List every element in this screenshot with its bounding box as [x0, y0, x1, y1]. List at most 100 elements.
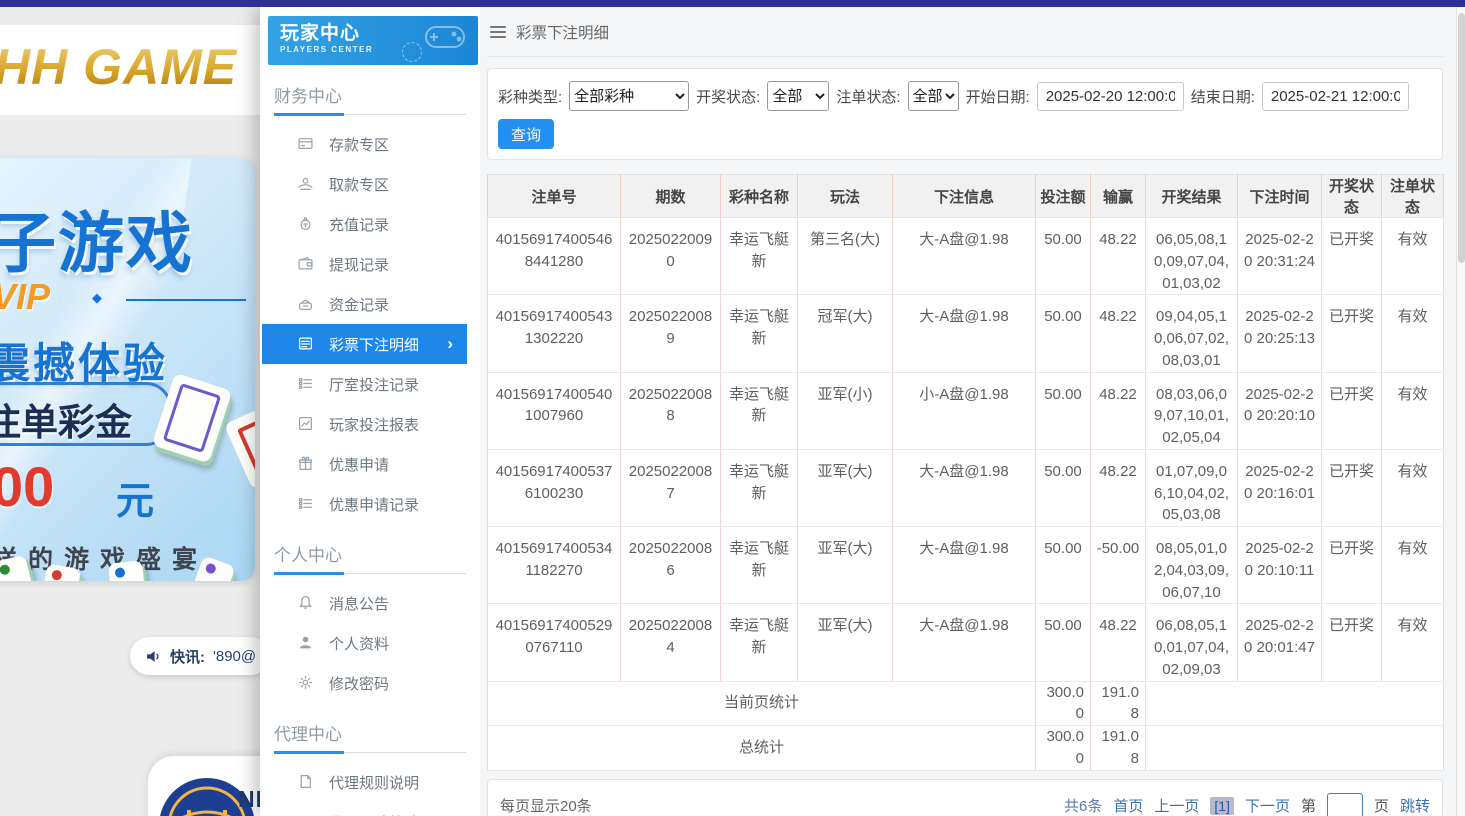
- page-suffix: 页: [1374, 795, 1389, 816]
- table-cell: 401569174005468441280: [488, 218, 621, 295]
- banner-vip-text: VIP: [0, 276, 50, 318]
- promo-banner: 子游戏 VIP ◆ 震撼体验 注单彩金 00 元 样的游戏盛宴: [0, 158, 255, 581]
- sidebar-item-修改密码[interactable]: 修改密码: [260, 663, 480, 703]
- summary-row: 当前页统计300.00191.08: [488, 681, 1444, 726]
- table-cell: 20250220084: [621, 604, 721, 681]
- table-row: 40156917400529076711020250220084幸运飞艇新亚军(…: [488, 604, 1444, 681]
- search-button[interactable]: 查询: [498, 119, 554, 149]
- start-date-input[interactable]: [1037, 82, 1184, 111]
- table-cell: 已开奖: [1322, 527, 1382, 604]
- total-count: 共6条: [1064, 795, 1102, 816]
- table-cell: 401569174005341182270: [488, 527, 621, 604]
- table-cell: 401569174005376100230: [488, 449, 621, 526]
- table-cell: 幸运飞艇新: [721, 604, 798, 681]
- sidebar-item-代理团队统计[interactable]: 代理团队统计: [260, 802, 480, 816]
- table-cell: 已开奖: [1322, 372, 1382, 449]
- sidebar: 玩家中心 PLAYERS CENTER 财务中心存款专区取款专区充值记录提现记录…: [260, 7, 480, 816]
- sidebar-item-存款专区[interactable]: 存款专区: [260, 124, 480, 164]
- hall-bet-list-icon: [298, 376, 314, 392]
- table-cell: 08,03,06,09,07,10,01,02,05,04: [1146, 372, 1238, 449]
- sidebar-item-label: 个人资料: [329, 633, 389, 654]
- sidebar-item-彩票下注明细[interactable]: 彩票下注明细›: [262, 324, 467, 364]
- sidebar-item-提现记录[interactable]: 提现记录: [260, 244, 480, 284]
- table-cell: 401569174005290767110: [488, 604, 621, 681]
- gamepad-icon: [422, 21, 468, 60]
- sidebar-item-玩家投注报表[interactable]: 玩家投注报表: [260, 404, 480, 444]
- table-cell: 01,07,09,06,10,04,02,05,03,08: [1146, 449, 1238, 526]
- sidebar-item-代理规则说明[interactable]: 代理规则说明: [260, 762, 480, 802]
- cashout-wallet-icon: [298, 256, 314, 272]
- summary-winloss-total: 191.08: [1091, 681, 1146, 726]
- draw-status-select[interactable]: 全部: [767, 81, 829, 111]
- sidebar-item-取款专区[interactable]: 取款专区: [260, 164, 480, 204]
- sidebar-item-消息公告[interactable]: 消息公告: [260, 583, 480, 623]
- table-cell: 2025-02-20 20:16:01: [1238, 449, 1322, 526]
- table-cell: 大-A盘@1.98: [893, 527, 1036, 604]
- ticker-label: 快讯:: [170, 646, 205, 667]
- page-title: 彩票下注明细: [516, 21, 609, 43]
- sidebar-item-label: 充值记录: [329, 214, 389, 235]
- banner-title: 子游戏: [0, 190, 194, 286]
- end-date-input[interactable]: [1262, 82, 1409, 111]
- scrollbar-thumb[interactable]: [1458, 13, 1465, 263]
- sidebar-item-label: 取款专区: [329, 174, 389, 195]
- banner-divider-line: [126, 299, 246, 301]
- chevron-right-icon: ›: [447, 334, 453, 354]
- table-cell: 401569174005431302220: [488, 295, 621, 372]
- table-footer: 每页显示20条 共6条 首页 上一页 [1] 下一页 第 页 跳转: [487, 779, 1443, 816]
- table-cell: 幸运飞艇新: [721, 449, 798, 526]
- column-header: 注单状态: [1382, 175, 1444, 218]
- sidebar-item-充值记录[interactable]: 充值记录: [260, 204, 480, 244]
- lottery-type-select[interactable]: 全部彩种: [569, 81, 689, 111]
- table-cell: 48.22: [1091, 604, 1146, 681]
- menu-toggle-icon[interactable]: [490, 26, 506, 38]
- screen: HH GAME 子游戏 VIP ◆ 震撼体验 注单彩金 00 元 样的游戏盛宴 …: [0, 0, 1465, 816]
- sidebar-item-个人资料[interactable]: 个人资料: [260, 623, 480, 663]
- prev-page-link[interactable]: 上一页: [1154, 795, 1199, 816]
- ticker-text: '890@: [213, 648, 256, 665]
- banner-tagline: 样的游戏盛宴: [0, 540, 208, 576]
- summary-bet-total: 300.00: [1036, 681, 1091, 726]
- sidebar-item-label: 修改密码: [329, 673, 389, 694]
- table-cell: 已开奖: [1322, 218, 1382, 295]
- page-jump-input[interactable]: [1327, 793, 1363, 816]
- table-cell: 大-A盘@1.98: [893, 218, 1036, 295]
- gear-icon: [298, 675, 314, 691]
- scrollbar[interactable]: [1456, 7, 1465, 816]
- sidebar-section: 个人中心消息公告个人资料修改密码: [260, 524, 480, 703]
- sidebar-item-label: 代理规则说明: [329, 772, 419, 793]
- table-cell: 50.00: [1036, 372, 1091, 449]
- sidebar-sections: 财务中心存款专区取款专区充值记录提现记录资金记录彩票下注明细›厅室投注记录玩家投…: [260, 65, 480, 816]
- sidebar-section: 财务中心存款专区取款专区充值记录提现记录资金记录彩票下注明细›厅室投注记录玩家投…: [260, 65, 480, 524]
- main-content: 彩票下注明细 彩种类型: 全部彩种 开奖状态: 全部 注单状态: 全部 开始日期…: [480, 7, 1456, 816]
- current-page[interactable]: [1]: [1210, 797, 1234, 815]
- table-cell: 冠军(大): [798, 295, 893, 372]
- next-page-link[interactable]: 下一页: [1245, 795, 1290, 816]
- summary-winloss-total: 191.08: [1091, 726, 1146, 771]
- summary-empty: [1146, 726, 1444, 771]
- sidebar-item-优惠申请[interactable]: 优惠申请: [260, 444, 480, 484]
- sidebar-item-label: 存款专区: [329, 134, 389, 155]
- table-cell: 已开奖: [1322, 449, 1382, 526]
- dashed-ring-icon: [402, 42, 422, 62]
- bet-status-select[interactable]: 全部: [908, 81, 959, 111]
- section-divider: [274, 114, 466, 115]
- column-header: 下注信息: [893, 175, 1036, 218]
- sidebar-item-优惠申请记录[interactable]: 优惠申请记录: [260, 484, 480, 524]
- table-cell: 亚军(小): [798, 372, 893, 449]
- bell-icon: [298, 595, 314, 611]
- sidebar-item-资金记录[interactable]: 资金记录: [260, 284, 480, 324]
- site-logo: HH GAME: [0, 38, 274, 96]
- sidebar-item-label: 玩家投注报表: [329, 414, 419, 435]
- sidebar-item-label: 提现记录: [329, 254, 389, 275]
- section-title: 个人中心: [260, 524, 480, 566]
- summary-empty: [1146, 681, 1444, 726]
- jump-link[interactable]: 跳转: [1400, 795, 1430, 816]
- sidebar-item-厅室投注记录[interactable]: 厅室投注记录: [260, 364, 480, 404]
- end-date-label: 结束日期:: [1191, 86, 1255, 107]
- table-cell: 有效: [1382, 218, 1444, 295]
- first-page-link[interactable]: 首页: [1113, 795, 1143, 816]
- mahjong-tile-icon: [224, 402, 255, 491]
- table-row: 40156917400540100796020250220088幸运飞艇新亚军(…: [488, 372, 1444, 449]
- table-cell: 有效: [1382, 604, 1444, 681]
